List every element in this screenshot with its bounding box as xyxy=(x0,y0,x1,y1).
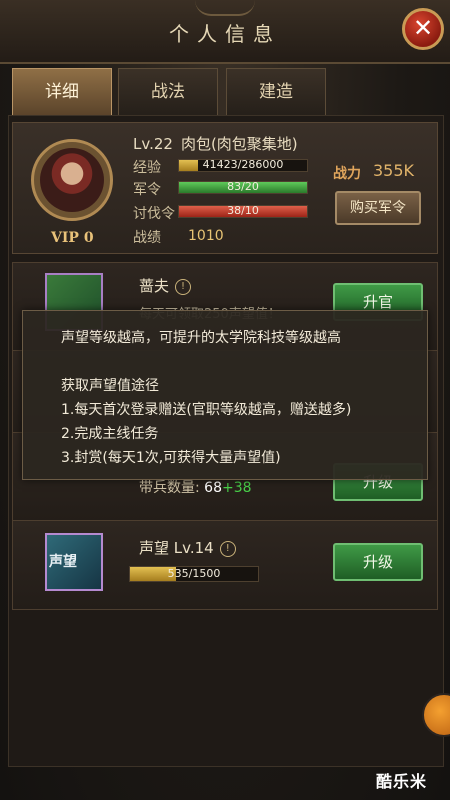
tooltip-line-2: 获取声望值途径 xyxy=(61,378,159,394)
page-title: 个人信息 xyxy=(169,22,281,46)
prestige-upgrade-button[interactable]: 升级 xyxy=(333,543,423,581)
attack-order-label: 讨伐令 xyxy=(133,206,175,222)
troop-value: 68 xyxy=(204,480,222,496)
prestige-icon-text: 声望 xyxy=(49,554,77,570)
rank-title-line: 蔷夫! xyxy=(139,275,192,296)
order-value: 83/20 xyxy=(227,180,259,193)
power-value: 355K xyxy=(373,161,415,180)
prestige-title: 声望 Lv.14 xyxy=(139,539,214,557)
vip-label: VIP 0 xyxy=(51,230,94,246)
attack-order-value: 38/10 xyxy=(227,204,259,217)
avatar[interactable] xyxy=(31,139,113,221)
title-bar: 个人信息 ✕ xyxy=(0,0,450,64)
power-label: 战力 xyxy=(333,166,361,182)
exp-value: 41423/286000 xyxy=(202,158,284,171)
info-icon[interactable]: ! xyxy=(175,278,192,295)
tooltip-line-4: 2.完成主线任务 xyxy=(61,426,159,442)
level-text: Lv.22 xyxy=(133,135,173,153)
order-bar: 83/20 xyxy=(178,180,308,194)
level-name-line: Lv.22 肉包(肉包聚集地) xyxy=(133,133,298,154)
tab-tactics[interactable]: 战法 xyxy=(118,68,218,116)
exp-label: 经验 xyxy=(133,160,161,176)
prestige-bar: 535/1500 xyxy=(129,566,259,582)
order-label: 军令 xyxy=(133,182,161,198)
battle-value: 1010 xyxy=(188,228,224,244)
close-button[interactable]: ✕ xyxy=(402,8,444,50)
prestige-title-line: 声望 Lv.14! xyxy=(139,537,236,558)
troop-line: 带兵数量: 68+38 xyxy=(139,477,252,497)
troop-label: 带兵数量: xyxy=(139,480,200,496)
troop-bonus: +38 xyxy=(222,480,252,496)
exp-bar: 41423/286000 xyxy=(178,158,308,172)
info-icon[interactable]: ! xyxy=(219,540,236,557)
tab-detail[interactable]: 详细 xyxy=(12,68,112,116)
tooltip-line-1: 声望等级越高，可提升的太学院科技等级越高 xyxy=(61,330,341,346)
watermark-text: 酷乐米 xyxy=(376,772,428,791)
player-name: 肉包(肉包聚集地) xyxy=(180,135,298,153)
game-window: 个人信息 ✕ 详细 战法 建造 VIP 0 Lv.22 肉包(肉包聚集地) 经验 … xyxy=(0,0,450,800)
rank-title: 蔷夫 xyxy=(139,277,170,295)
title-ornament xyxy=(195,0,255,16)
avatar-portrait xyxy=(40,148,104,212)
tooltip-line-5: 3.封赏(每天1次,可获得大量声望值) xyxy=(61,450,281,466)
profile-card: VIP 0 Lv.22 肉包(肉包聚集地) 经验 41423/286000 军令 … xyxy=(12,122,438,254)
buy-order-button[interactable]: 购买军令 xyxy=(335,191,421,225)
battle-label: 战绩 xyxy=(133,230,161,246)
attack-order-bar: 38/10 xyxy=(178,204,308,218)
prestige-card: 声望 声望 Lv.14! 535/1500 升级 xyxy=(12,520,438,610)
prestige-progress: 535/1500 xyxy=(167,567,221,580)
tab-build[interactable]: 建造 xyxy=(226,68,326,116)
prestige-tooltip: 声望等级越高，可提升的太学院科技等级越高 获取声望值途径 1.每天首次登录赠送(… xyxy=(22,310,428,480)
prestige-icon: 声望 xyxy=(45,533,103,591)
close-icon: ✕ xyxy=(412,14,434,42)
tooltip-line-3: 1.每天首次登录赠送(官职等级越高，赠送越多) xyxy=(61,402,352,418)
